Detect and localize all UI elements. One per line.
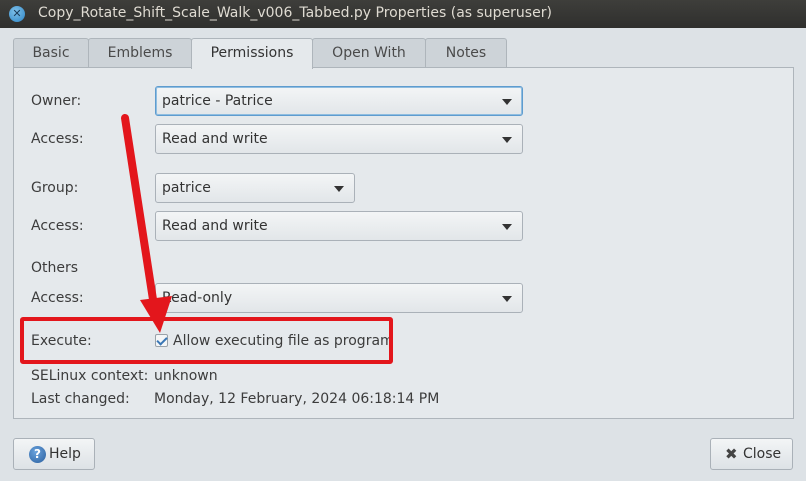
owner-access-value: Read and write [162,131,268,147]
tab-open-with[interactable]: Open With [312,38,426,68]
tab-label: Open With [332,45,406,61]
chevron-down-icon [502,224,512,230]
tab-label: Notes [445,45,487,61]
tab-permissions[interactable]: Permissions [191,38,313,69]
help-button-label: Help [49,446,81,462]
others-access-value: Read-only [162,290,233,306]
chevron-down-icon [334,186,344,192]
group-combo[interactable]: patrice [155,173,355,203]
group-access-label: Access: [31,218,84,234]
titlebar: ✕ Copy_Rotate_Shift_Scale_Walk_v006_Tabb… [0,0,806,28]
selinux-value: unknown [154,368,218,384]
group-access-value: Read and write [162,218,268,234]
permissions-panel [13,67,794,419]
help-button[interactable]: ? Help [13,438,95,470]
tab-notes[interactable]: Notes [425,38,507,68]
tab-basic[interactable]: Basic [13,38,89,68]
close-button-label: Close [743,446,782,462]
last-changed-label: Last changed: [31,391,130,407]
last-changed-value: Monday, 12 February, 2024 06:18:14 PM [154,391,440,407]
group-access-combo[interactable]: Read and write [155,211,523,241]
chevron-down-icon [502,99,512,105]
others-label: Others [31,260,79,276]
group-value: patrice [162,180,211,196]
tab-emblems[interactable]: Emblems [88,38,192,68]
help-icon: ? [29,446,46,463]
chevron-down-icon [502,296,512,302]
tab-label: Basic [32,45,70,61]
group-label: Group: [31,180,79,196]
properties-window: Basic Emblems Permissions Open With Note… [0,28,806,481]
chevron-down-icon [502,137,512,143]
window-close-icon[interactable]: ✕ [9,6,25,22]
annotation-highlight-box [20,317,393,364]
close-x-icon: ✖ [725,445,738,463]
owner-combo[interactable]: patrice - Patrice [155,86,523,116]
owner-label: Owner: [31,93,82,109]
owner-access-combo[interactable]: Read and write [155,124,523,154]
window-title: Copy_Rotate_Shift_Scale_Walk_v006_Tabbed… [38,5,552,21]
others-access-combo[interactable]: Read-only [155,283,523,313]
owner-value: patrice - Patrice [162,93,273,109]
tab-label: Permissions [210,45,294,61]
tab-label: Emblems [107,45,173,61]
close-button[interactable]: ✖ Close [710,438,793,470]
owner-access-label: Access: [31,131,84,147]
others-access-label: Access: [31,290,84,306]
selinux-label: SELinux context: [31,368,149,384]
